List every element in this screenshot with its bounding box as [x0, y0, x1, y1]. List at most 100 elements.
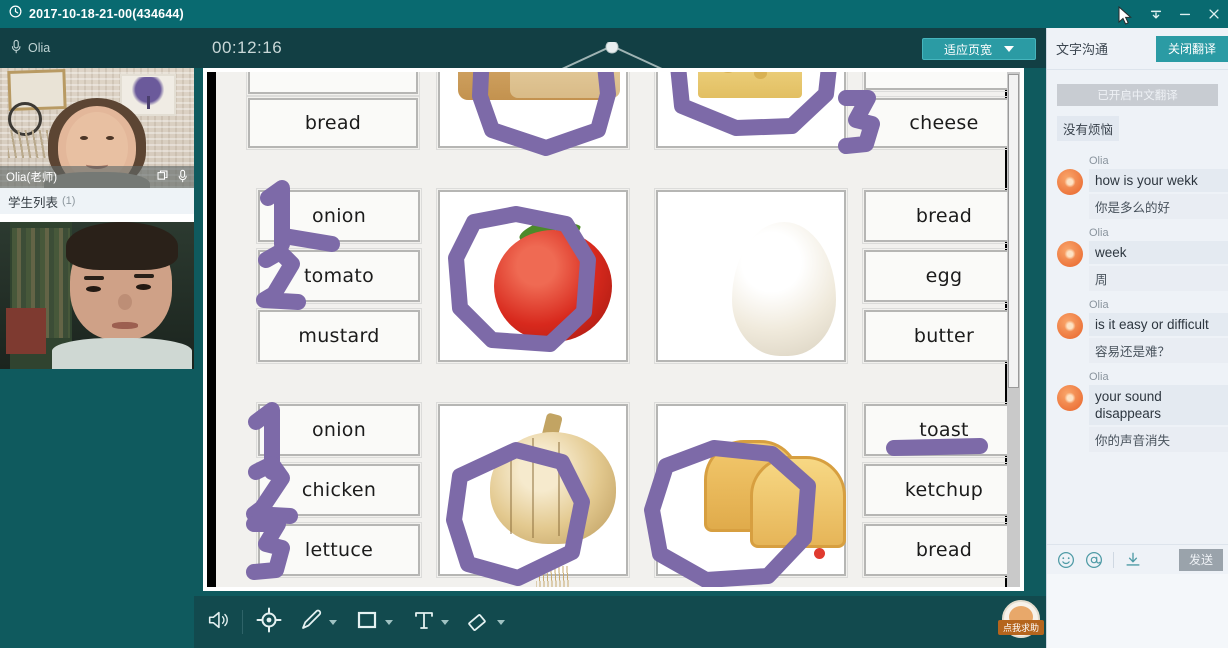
chevron-down-icon[interactable]	[497, 619, 505, 625]
whiteboard-scrollbar[interactable]	[1007, 72, 1020, 587]
chat-message-sender: Olia	[1089, 227, 1109, 239]
translation-status-banner: 已开启中文翻译	[1057, 84, 1218, 106]
teacher-video[interactable]: Olia(老师)	[0, 68, 194, 188]
word-label: onion	[311, 205, 367, 227]
scrollbar-thumb[interactable]	[1008, 74, 1019, 388]
send-button-label: 发送	[1188, 553, 1213, 567]
text-tool-button[interactable]	[412, 606, 449, 638]
word-label: chicken	[301, 479, 377, 501]
avatar[interactable]	[1057, 313, 1083, 339]
microphone-icon[interactable]	[177, 169, 188, 186]
student-list-label: 学生列表	[8, 195, 59, 210]
close-translation-label: 关闭翻译	[1167, 42, 1216, 56]
fit-page-width-label: 适应页宽	[943, 42, 992, 57]
laser-pointer-dot	[814, 548, 825, 559]
image-box-cheese[interactable]	[654, 72, 848, 150]
title-bar: 2017-10-18-21-00(434644)	[0, 0, 1228, 28]
avatar[interactable]	[1057, 241, 1083, 267]
avatar[interactable]	[1057, 169, 1083, 195]
chat-message: Olia your sound disappears 你的声音消失	[1047, 371, 1228, 452]
help-mascot-button[interactable]: 点我求助	[998, 598, 1044, 646]
chevron-down-icon	[1004, 46, 1014, 52]
chevron-down-icon[interactable]	[329, 619, 337, 625]
word-label: butter	[913, 325, 975, 347]
student-video-frame	[0, 222, 194, 369]
speaker-tool-button[interactable]	[206, 606, 230, 638]
word-box-chicken[interactable]: chicken	[256, 462, 422, 518]
window-title: 2017-10-18-21-00(434644)	[29, 7, 184, 21]
target-icon	[256, 607, 282, 638]
help-mascot-label: 点我求助	[998, 620, 1044, 635]
pencil-tool-button[interactable]	[298, 606, 337, 638]
list-divider	[0, 214, 194, 222]
image-box-bread[interactable]	[436, 72, 630, 150]
chat-message-text: is it easy or difficult	[1089, 313, 1228, 336]
word-box-lettuce[interactable]: lettuce	[256, 522, 422, 578]
word-box-bread-top	[246, 72, 420, 96]
word-box-egg[interactable]: egg	[862, 248, 1020, 304]
chat-message-translation: 你的声音消失	[1089, 427, 1228, 452]
word-label: lettuce	[304, 539, 374, 561]
avatar[interactable]	[1057, 385, 1083, 411]
send-button[interactable]: 发送	[1179, 548, 1223, 571]
student-list-header[interactable]: 学生列表 (1)	[0, 188, 194, 214]
chat-message-translation: 容易还是难？	[1089, 338, 1228, 363]
at-icon[interactable]	[1085, 551, 1103, 569]
chat-title: 文字沟通	[1056, 42, 1109, 57]
word-box-bread-r2[interactable]: bread	[862, 188, 1020, 244]
worksheet-page[interactable]: bread cheese onion tomato mustard bread …	[216, 72, 1020, 587]
close-button[interactable]	[1199, 0, 1228, 28]
pencil-icon	[298, 607, 324, 638]
image-box-onion[interactable]	[436, 402, 630, 587]
word-box-cheese[interactable]: cheese	[862, 96, 1020, 150]
word-box-mustard[interactable]: mustard	[256, 308, 422, 364]
rectangle-tool-button[interactable]	[354, 606, 393, 638]
word-box-bread-r3[interactable]: bread	[862, 522, 1020, 578]
image-box-egg[interactable]	[654, 188, 848, 364]
teacher-name-bar: Olia(老师)	[0, 166, 194, 188]
eraser-tool-button[interactable]	[466, 606, 505, 638]
word-label: ketchup	[904, 479, 984, 501]
mouse-cursor	[1118, 6, 1132, 25]
text-icon	[412, 607, 436, 638]
word-label: bread	[304, 112, 362, 134]
restore-button[interactable]	[1141, 0, 1170, 28]
image-box-tomato[interactable]	[436, 188, 630, 364]
chat-message: Olia how is your wekk 你是多么的好	[1047, 155, 1228, 219]
chat-message: Olia week 周	[1047, 227, 1228, 291]
chat-message-list[interactable]: 已开启中文翻译 没有烦恼 Olia how is your wekk 你是多么的…	[1047, 70, 1228, 548]
whiteboard-canvas[interactable]: bread cheese onion tomato mustard bread …	[203, 68, 1024, 591]
word-box-ketchup[interactable]: ketchup	[862, 462, 1020, 518]
chat-panel: 文字沟通 关闭翻译 已开启中文翻译 没有烦恼 Olia how is your …	[1046, 28, 1228, 648]
rectangle-icon	[354, 607, 380, 638]
chat-message-translation: 你是多么的好	[1089, 194, 1228, 219]
close-translation-button[interactable]: 关闭翻译	[1156, 35, 1228, 62]
smiley-icon[interactable]	[1057, 551, 1075, 569]
word-box-onion-r2[interactable]: onion	[256, 188, 422, 244]
app-window: 2017-10-18-21-00(434644) Olia 00:12:16 适…	[0, 0, 1228, 648]
speaker-icon	[206, 609, 230, 636]
student-video[interactable]	[0, 222, 194, 369]
word-box-tomato[interactable]: tomato	[256, 248, 422, 304]
chat-message-translation: 周	[1089, 266, 1228, 291]
chat-message: Olia is it easy or difficult 容易还是难？	[1047, 299, 1228, 363]
word-box-onion-r3[interactable]: onion	[256, 402, 422, 458]
pointer-tool-button[interactable]	[256, 606, 282, 638]
window-icon[interactable]	[156, 169, 169, 185]
word-box-toast[interactable]: toast	[862, 402, 1020, 458]
word-box-cheese-top	[862, 72, 1020, 92]
word-label: egg	[925, 265, 963, 287]
chat-header: 文字沟通 关闭翻译	[1047, 28, 1228, 70]
fit-page-width-button[interactable]: 适应页宽	[922, 38, 1036, 60]
microphone-icon	[10, 39, 28, 57]
minimize-button[interactable]	[1170, 0, 1199, 28]
download-icon[interactable]	[1124, 551, 1142, 569]
active-speaker: Olia	[10, 28, 50, 68]
word-box-butter[interactable]: butter	[862, 308, 1020, 364]
chevron-down-icon[interactable]	[441, 619, 449, 625]
word-box-bread[interactable]: bread	[246, 96, 420, 150]
eraser-icon	[466, 607, 492, 638]
chat-input[interactable]	[1047, 574, 1228, 648]
chevron-down-icon[interactable]	[385, 619, 393, 625]
chat-message-text: your sound disappears	[1089, 385, 1228, 425]
